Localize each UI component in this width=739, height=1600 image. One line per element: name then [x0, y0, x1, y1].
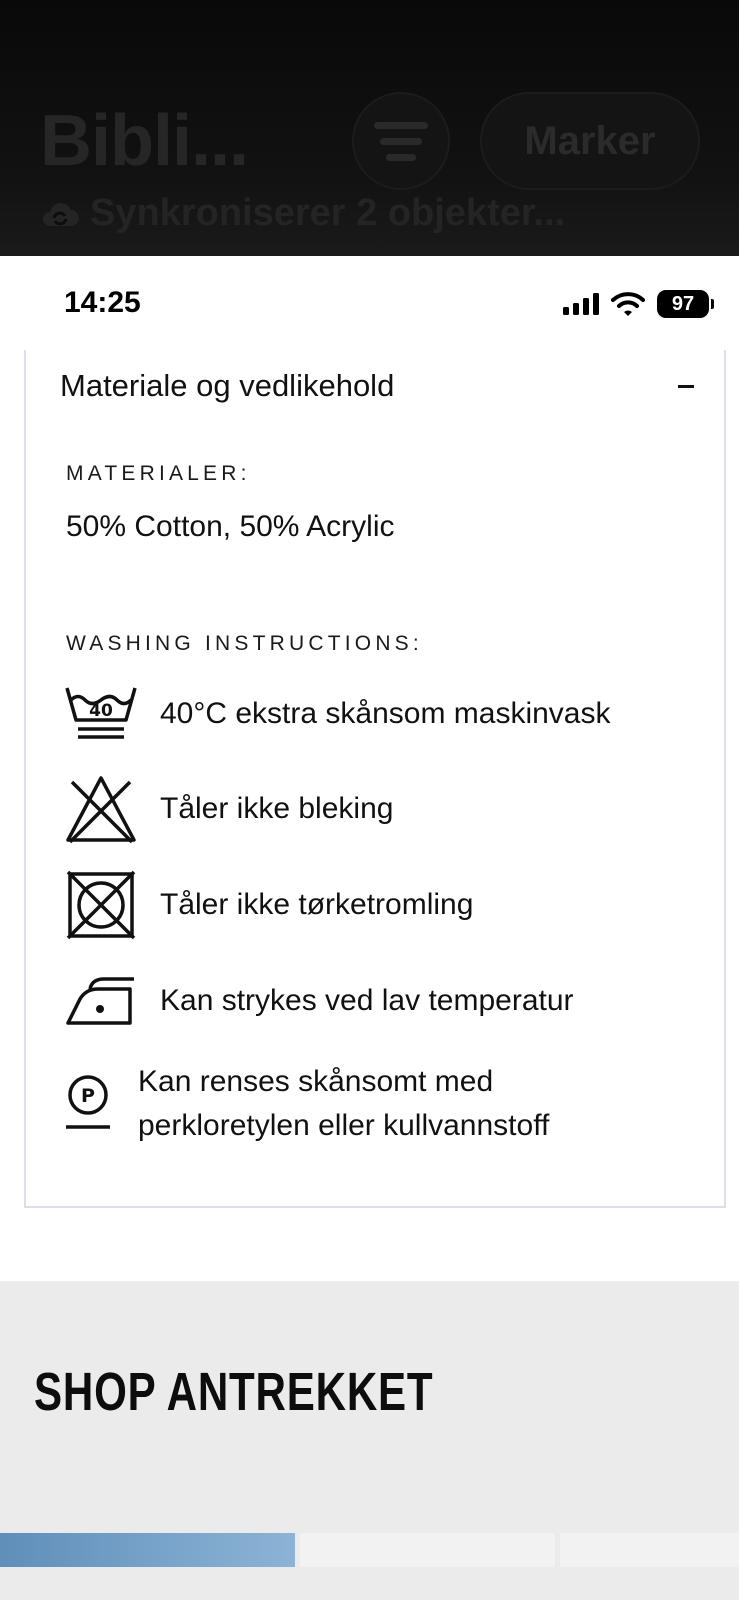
wash-instruction-text-line: perkloretylen eller kullvannstoff — [138, 1109, 550, 1142]
outfit-thumbnails-row — [0, 1533, 739, 1567]
cloud-sync-icon — [43, 202, 79, 226]
sync-status-text: Synkroniserer 2 objekter... — [90, 192, 566, 234]
filter-button[interactable] — [352, 92, 450, 190]
battery-indicator: 97 — [657, 290, 714, 318]
wifi-icon — [611, 292, 645, 316]
outfit-thumbnail[interactable] — [300, 1533, 555, 1567]
wash-instruction-row: Tåler ikke tørketromling — [64, 868, 473, 942]
materials-value: 50% Cotton, 50% Acrylic — [66, 510, 395, 543]
wash-instruction-row: Tåler ikke bleking — [64, 772, 393, 846]
product-sheet: 14:25 97 Materiale og vedlikehold MATERI… — [0, 256, 739, 1600]
wash-instruction-row: P Kan renses skånsomt med perkloretylen … — [58, 1060, 549, 1148]
collapse-minus-icon — [678, 384, 694, 388]
outfit-thumbnail[interactable] — [560, 1533, 739, 1567]
wash-instruction-text: Tåler ikke bleking — [160, 792, 394, 825]
iron-low-temp-icon — [64, 964, 138, 1038]
materials-label: MATERIALER: — [66, 462, 251, 485]
status-bar: 14:25 97 — [0, 256, 739, 348]
status-icons: 97 — [563, 290, 714, 318]
wash-instruction-text: Kan renses skånsomt med perkloretylen el… — [138, 1060, 549, 1148]
material-care-accordion-toggle[interactable]: Materiale og vedlikehold — [60, 364, 694, 408]
svg-text:P: P — [81, 1085, 95, 1107]
outfit-thumbnail[interactable] — [0, 1533, 295, 1567]
no-bleach-icon — [64, 772, 138, 846]
wash-instruction-text: Tåler ikke tørketromling — [160, 888, 474, 921]
dry-clean-p-icon: P — [58, 1060, 118, 1140]
filter-icon — [374, 121, 428, 129]
material-care-panel: Materiale og vedlikehold MATERIALER: 50%… — [24, 350, 726, 1208]
shop-outfit-title: SHOP ANTREKKET — [34, 1362, 434, 1422]
background-app-header: Bibli... Marker Synkroniserer 2 objekter… — [0, 0, 739, 256]
marker-button[interactable]: Marker — [480, 92, 700, 190]
wash-instruction-text-line: Kan renses skånsomt med — [138, 1065, 494, 1098]
wash-instruction-row: 40 40°C ekstra skånsom maskinvask — [64, 677, 610, 751]
washing-instructions-label: WASHING INSTRUCTIONS: — [66, 632, 423, 655]
no-tumble-dry-icon — [64, 868, 138, 942]
background-app-title: Bibli... — [40, 101, 249, 181]
wash-40-gentle-icon: 40 — [64, 677, 138, 751]
sync-status: Synkroniserer 2 objekter... — [40, 192, 565, 235]
svg-text:40: 40 — [89, 701, 113, 721]
cellular-signal-icon — [563, 293, 599, 315]
wash-instruction-text: Kan strykes ved lav temperatur — [160, 984, 574, 1017]
wash-instruction-text: 40°C ekstra skånsom maskinvask — [160, 697, 611, 730]
wash-instruction-row: Kan strykes ved lav temperatur — [64, 964, 574, 1038]
accordion-title: Materiale og vedlikehold — [60, 368, 395, 403]
status-time: 14:25 — [64, 286, 141, 319]
